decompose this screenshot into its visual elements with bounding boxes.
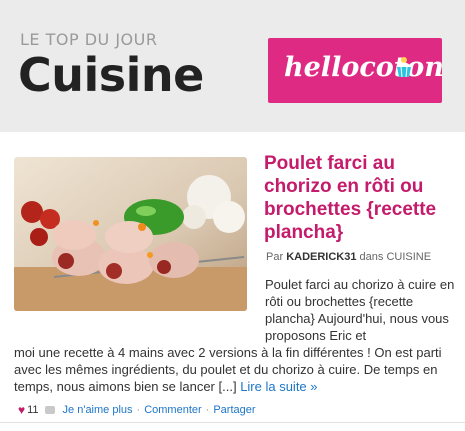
author-link[interactable]: KADERICK31 [286,251,356,263]
separator: · [205,404,210,416]
article-title[interactable]: Poulet farci au chorizo en rôti ou broch… [264,152,459,244]
byline-middle: dans [359,251,384,263]
hellocoton-logo[interactable]: hellocoton [268,38,444,103]
category-link[interactable]: CUISINE [386,251,431,263]
comment-bubble-icon[interactable] [44,406,55,414]
logo-text: hellocoton [284,52,444,83]
read-more-link[interactable]: Lire la suite » [240,379,317,394]
share-link[interactable]: Partager [213,404,255,416]
header-banner: LE TOP DU JOUR Cuisine hellocoton [0,0,465,132]
excerpt-text: moi une recette à 4 mains avec 2 version… [14,345,442,394]
recipe-photo-graphic [14,157,247,311]
comment-link[interactable]: Commenter [144,404,201,416]
article-byline: Par KADERICK31 dans CUISINE [266,251,431,263]
recipe-photo[interactable] [14,157,247,311]
article-actions: ♥ 11 Je n'aime plus · Commenter · Partag… [18,403,256,417]
section-title: Cuisine [18,48,204,102]
separator: · [136,404,141,416]
like-count: 11 [27,404,39,416]
unlike-link[interactable]: Je n'aime plus [63,404,133,416]
byline-prefix: Par [266,251,284,263]
cupcake-icon [396,57,412,78]
section-kicker: LE TOP DU JOUR [20,30,158,49]
heart-icon[interactable]: ♥ [18,403,25,417]
divider [0,422,465,423]
article-excerpt-bottom: moi une recette à 4 mains avec 2 version… [14,344,459,395]
article-excerpt-top: Poulet farci au chorizo à cuire en rôti … [265,277,455,343]
